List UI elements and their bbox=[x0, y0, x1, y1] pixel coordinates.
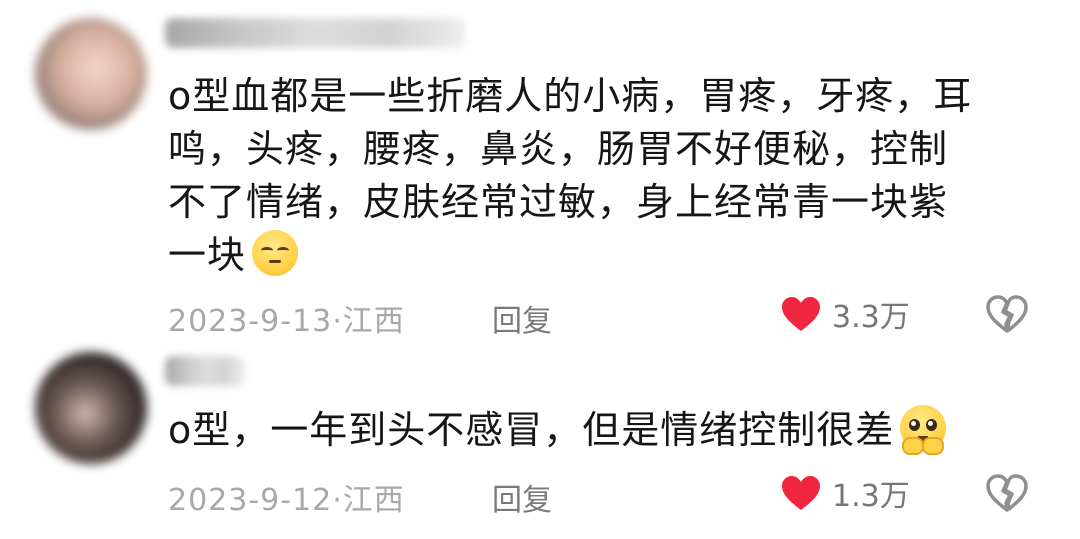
comment-text-line: 鸣，头疼，腰疼，鼻炎，肠胃不好便秘，控制 bbox=[168, 127, 949, 171]
comment-text: o型，一年到头不感冒，但是情绪控制很差 bbox=[168, 404, 947, 457]
like-count: 3.3万 bbox=[832, 300, 910, 335]
comment-date-location: 2023-9-12·江西 bbox=[168, 483, 405, 518]
heart-icon bbox=[782, 297, 820, 331]
comment-text-line-last: o型，一年到头不感冒，但是情绪控制很差 bbox=[168, 404, 947, 457]
reply-button[interactable]: 回复 bbox=[492, 475, 552, 519]
broken-heart-icon bbox=[986, 474, 1028, 512]
username-blurred[interactable] bbox=[165, 18, 465, 48]
username-blurred[interactable] bbox=[165, 356, 245, 386]
reply-button[interactable]: 回复 bbox=[492, 296, 552, 340]
unamused-face-emoji bbox=[252, 230, 299, 276]
dislike-button[interactable] bbox=[985, 294, 1029, 338]
like-count: 1.3万 bbox=[832, 479, 910, 514]
avatar[interactable] bbox=[35, 352, 147, 464]
heart-icon bbox=[782, 476, 820, 510]
like-button[interactable]: 1.3万 bbox=[780, 471, 910, 515]
pleading-face-emoji bbox=[900, 405, 947, 455]
comment-text-line-last: 一块 bbox=[168, 229, 972, 282]
comment-text: o型血都是一些折磨人的小病，胃疼，牙疼，耳 鸣，头疼，腰疼，鼻炎，肠胃不好便秘，… bbox=[168, 70, 972, 282]
avatar[interactable] bbox=[35, 18, 147, 130]
dislike-button[interactable] bbox=[985, 473, 1029, 517]
comment-text-line: 不了情绪，皮肤经常过敏，身上经常青一块紫 bbox=[168, 180, 949, 224]
comment-date-location: 2023-9-13·江西 bbox=[168, 304, 405, 339]
comment-text-line: o型血都是一些折磨人的小病，胃疼，牙疼，耳 bbox=[168, 74, 973, 118]
broken-heart-icon bbox=[986, 295, 1028, 333]
like-button[interactable]: 3.3万 bbox=[780, 292, 910, 336]
